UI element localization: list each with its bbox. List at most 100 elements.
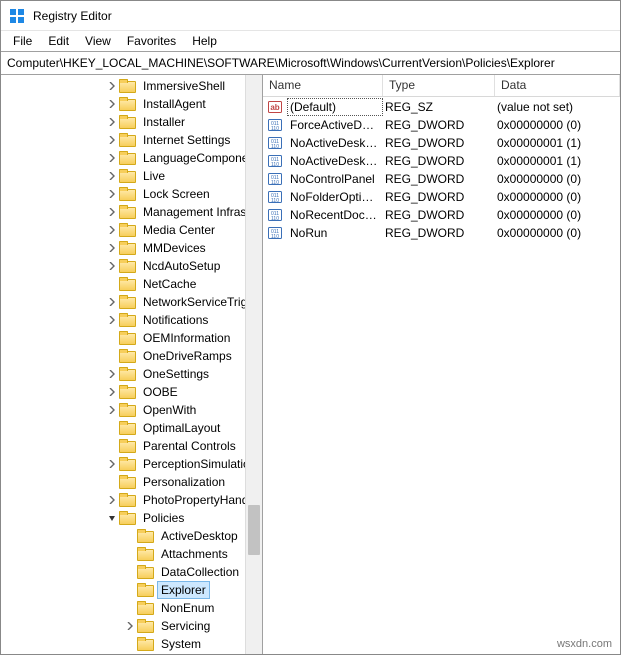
tree-item[interactable]: Media Center [1, 221, 262, 239]
tree-item[interactable]: Explorer [1, 581, 262, 599]
tree-scrollbar[interactable] [245, 75, 262, 654]
tree-item-label[interactable]: OptimalLayout [139, 419, 224, 437]
tree-item[interactable]: PhotoPropertyHandler [1, 491, 262, 509]
registry-tree[interactable]: ImmersiveShellInstallAgentInstallerInter… [1, 77, 262, 653]
chevron-right-icon[interactable] [105, 493, 119, 507]
value-row[interactable]: 011110NoFolderOptionsREG_DWORD0x00000000… [263, 188, 620, 206]
value-row[interactable]: 011110NoRunREG_DWORD0x00000000 (0) [263, 224, 620, 242]
tree-item-label[interactable]: OpenWith [139, 401, 200, 419]
value-row[interactable]: 011110NoControlPanelREG_DWORD0x00000000 … [263, 170, 620, 188]
tree-item-label[interactable]: Policies [139, 509, 188, 527]
tree-item[interactable]: OptimalLayout [1, 419, 262, 437]
value-list[interactable]: ab(Default)REG_SZ(value not set)011110Fo… [263, 97, 620, 242]
tree-item[interactable]: Management Infrastructure [1, 203, 262, 221]
value-row[interactable]: 011110ForceActiveDesk...REG_DWORD0x00000… [263, 116, 620, 134]
tree-item[interactable]: InstallAgent [1, 95, 262, 113]
chevron-right-icon[interactable] [105, 223, 119, 237]
tree-item-label[interactable]: Lock Screen [139, 185, 214, 203]
tree-item-label[interactable]: Servicing [157, 617, 214, 635]
tree-item[interactable]: OneDriveRamps [1, 347, 262, 365]
tree-item-label[interactable]: NcdAutoSetup [139, 257, 224, 275]
tree-item-label[interactable]: PerceptionSimulation [139, 455, 260, 473]
tree-item-label[interactable]: Parental Controls [139, 437, 240, 455]
menu-edit[interactable]: Edit [40, 32, 77, 50]
chevron-right-icon[interactable] [105, 295, 119, 309]
tree-item-label[interactable]: Notifications [139, 311, 212, 329]
chevron-right-icon[interactable] [105, 403, 119, 417]
chevron-right-icon[interactable] [105, 79, 119, 93]
tree-item-label[interactable]: Explorer [157, 581, 210, 599]
tree-item-label[interactable]: OneDriveRamps [139, 347, 236, 365]
tree-item-label[interactable]: OEMInformation [139, 329, 234, 347]
chevron-right-icon[interactable] [105, 205, 119, 219]
address-bar[interactable]: Computer\HKEY_LOCAL_MACHINE\SOFTWARE\Mic… [1, 51, 620, 75]
value-name[interactable]: NoActiveDesktop [287, 134, 383, 152]
tree-item[interactable]: OEMInformation [1, 329, 262, 347]
tree-item-label[interactable]: InstallAgent [139, 95, 210, 113]
tree-item[interactable]: PerceptionSimulation [1, 455, 262, 473]
tree-item-label[interactable]: DataCollection [157, 563, 243, 581]
tree-item[interactable]: OpenWith [1, 401, 262, 419]
tree-item-label[interactable]: Installer [139, 113, 189, 131]
column-type[interactable]: Type [383, 75, 495, 96]
value-row[interactable]: 011110NoRecentDocsH...REG_DWORD0x0000000… [263, 206, 620, 224]
menu-help[interactable]: Help [184, 32, 225, 50]
tree-item[interactable]: Personalization [1, 473, 262, 491]
tree-item-label[interactable]: LanguageComponentsInstaller [139, 149, 262, 167]
chevron-right-icon[interactable] [105, 187, 119, 201]
value-name[interactable]: NoFolderOptions [287, 188, 383, 206]
tree-item-label[interactable]: OneSettings [139, 365, 213, 383]
value-name[interactable]: (Default) [287, 98, 383, 116]
chevron-right-icon[interactable] [105, 169, 119, 183]
tree-item[interactable]: Policies [1, 509, 262, 527]
chevron-right-icon[interactable] [123, 619, 137, 633]
tree-item-label[interactable]: ImmersiveShell [139, 77, 229, 95]
tree-item[interactable]: OOBE [1, 383, 262, 401]
chevron-right-icon[interactable] [105, 457, 119, 471]
tree-item-label[interactable]: OOBE [139, 383, 182, 401]
chevron-right-icon[interactable] [105, 115, 119, 129]
value-name[interactable]: NoRecentDocsH... [287, 206, 383, 224]
value-name[interactable]: NoRun [287, 224, 383, 242]
tree-item[interactable]: OneSettings [1, 365, 262, 383]
value-name[interactable]: ForceActiveDesk... [287, 116, 383, 134]
chevron-right-icon[interactable] [105, 133, 119, 147]
tree-item-label[interactable]: Internet Settings [139, 131, 234, 149]
tree-item-label[interactable]: NetworkServiceTriggers [139, 293, 262, 311]
tree-item[interactable]: LanguageComponentsInstaller [1, 149, 262, 167]
tree-item[interactable]: ImmersiveShell [1, 77, 262, 95]
tree-item[interactable]: NcdAutoSetup [1, 257, 262, 275]
tree-item[interactable]: MMDevices [1, 239, 262, 257]
chevron-right-icon[interactable] [105, 259, 119, 273]
tree-item[interactable]: DataCollection [1, 563, 262, 581]
menu-file[interactable]: File [5, 32, 40, 50]
tree-item[interactable]: ActiveDesktop [1, 527, 262, 545]
tree-item[interactable]: NonEnum [1, 599, 262, 617]
tree-item[interactable]: Parental Controls [1, 437, 262, 455]
tree-item-label[interactable]: Live [139, 167, 169, 185]
chevron-right-icon[interactable] [105, 313, 119, 327]
chevron-right-icon[interactable] [105, 151, 119, 165]
tree-item-label[interactable]: System [157, 635, 205, 653]
value-name[interactable]: NoActiveDeskto... [287, 152, 383, 170]
tree-item-label[interactable]: Management Infrastructure [139, 203, 262, 221]
tree-item[interactable]: System [1, 635, 262, 653]
tree-item-label[interactable]: Attachments [157, 545, 232, 563]
menu-view[interactable]: View [77, 32, 119, 50]
tree-item[interactable]: Attachments [1, 545, 262, 563]
chevron-right-icon[interactable] [105, 97, 119, 111]
menu-favorites[interactable]: Favorites [119, 32, 184, 50]
chevron-right-icon[interactable] [105, 367, 119, 381]
value-row[interactable]: ab(Default)REG_SZ(value not set) [263, 98, 620, 116]
tree-item-label[interactable]: Media Center [139, 221, 219, 239]
tree-item-label[interactable]: PhotoPropertyHandler [139, 491, 262, 509]
tree-item[interactable]: Internet Settings [1, 131, 262, 149]
tree-item-label[interactable]: MMDevices [139, 239, 210, 257]
tree-item[interactable]: Live [1, 167, 262, 185]
tree-item-label[interactable]: NetCache [139, 275, 200, 293]
tree-item[interactable]: Installer [1, 113, 262, 131]
chevron-right-icon[interactable] [105, 385, 119, 399]
tree-item[interactable]: Lock Screen [1, 185, 262, 203]
chevron-right-icon[interactable] [105, 241, 119, 255]
tree-item-label[interactable]: NonEnum [157, 599, 218, 617]
